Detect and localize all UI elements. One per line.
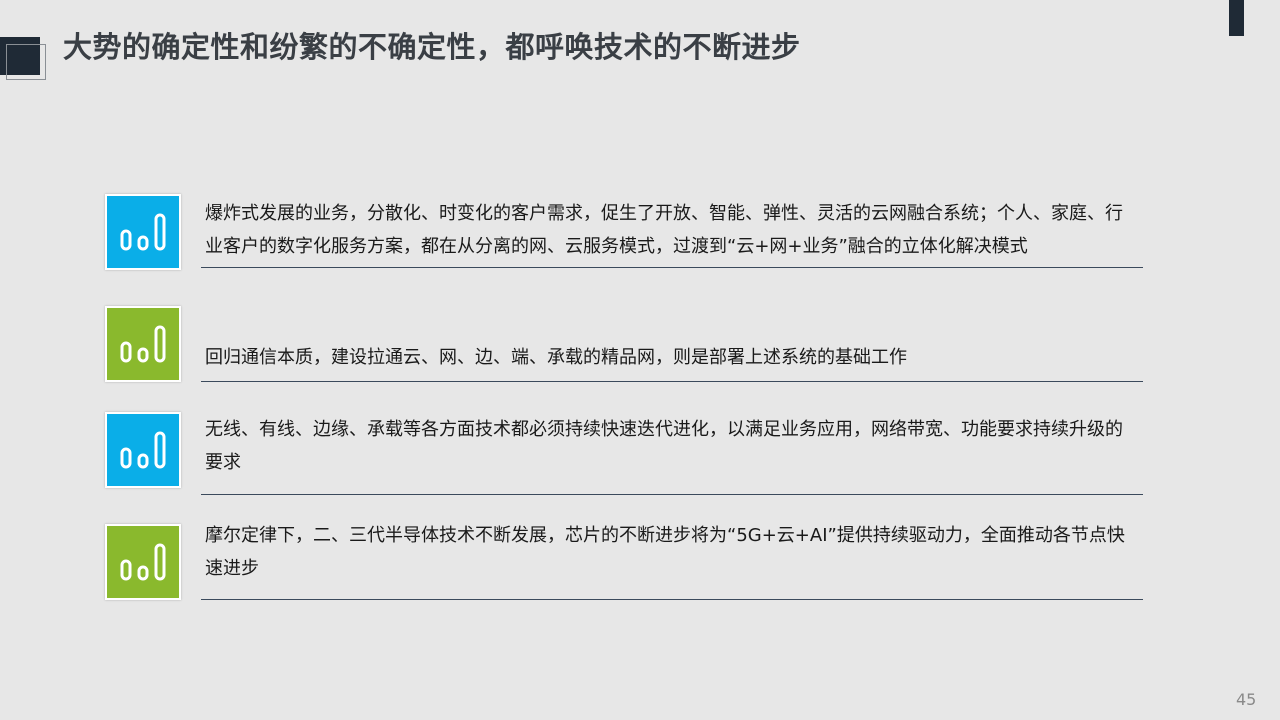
bar-chart-icon <box>105 194 181 270</box>
bullet-row-3: 无线、有线、边缘、承载等各方面技术都必须持续快速迭代进化，以满足业务应用，网络带… <box>105 412 1145 496</box>
bar-chart-icon <box>105 412 181 488</box>
slide-title: 大势的确定性和纷繁的不确定性，都呼唤技术的不断进步 <box>63 30 801 64</box>
row-divider <box>201 494 1143 495</box>
page-number: 45 <box>1236 690 1257 709</box>
row-divider <box>201 381 1143 382</box>
bar-chart-icon <box>105 306 181 382</box>
bar-chart-icon <box>105 524 181 600</box>
bar-chart-icon-glyph <box>120 325 166 363</box>
bullet-text: 回归通信本质，建设拉通云、网、边、端、承载的精品网，则是部署上述系统的基础工作 <box>205 347 907 368</box>
bullet-row-2: 回归通信本质，建设拉通云、网、边、端、承载的精品网，则是部署上述系统的基础工作 <box>105 306 1145 386</box>
bullet-text: 爆炸式发展的业务，分散化、时变化的客户需求，促生了开放、智能、弹性、灵活的云网融… <box>205 203 1123 257</box>
corner-decoration-outline <box>6 44 46 80</box>
bar-chart-icon-glyph <box>120 213 166 251</box>
top-right-decoration <box>1229 0 1244 36</box>
row-divider <box>201 267 1143 268</box>
bullet-text: 摩尔定律下，二、三代半导体技术不断发展，芯片的不断进步将为“5G+云+AI”提供… <box>205 525 1125 579</box>
bullet-text: 无线、有线、边缘、承载等各方面技术都必须持续快速迭代进化，以满足业务应用，网络带… <box>205 419 1123 473</box>
bar-chart-icon-glyph <box>120 431 166 469</box>
bar-chart-icon-glyph <box>120 543 166 581</box>
bullet-row-4: 摩尔定律下，二、三代半导体技术不断发展，芯片的不断进步将为“5G+云+AI”提供… <box>105 524 1145 602</box>
bullet-row-1: 爆炸式发展的业务，分散化、时变化的客户需求，促生了开放、智能、弹性、灵活的云网融… <box>105 194 1145 274</box>
slide: 大势的确定性和纷繁的不确定性，都呼唤技术的不断进步 爆炸式发展的业务，分散化、时… <box>0 0 1280 720</box>
row-divider <box>201 599 1143 600</box>
